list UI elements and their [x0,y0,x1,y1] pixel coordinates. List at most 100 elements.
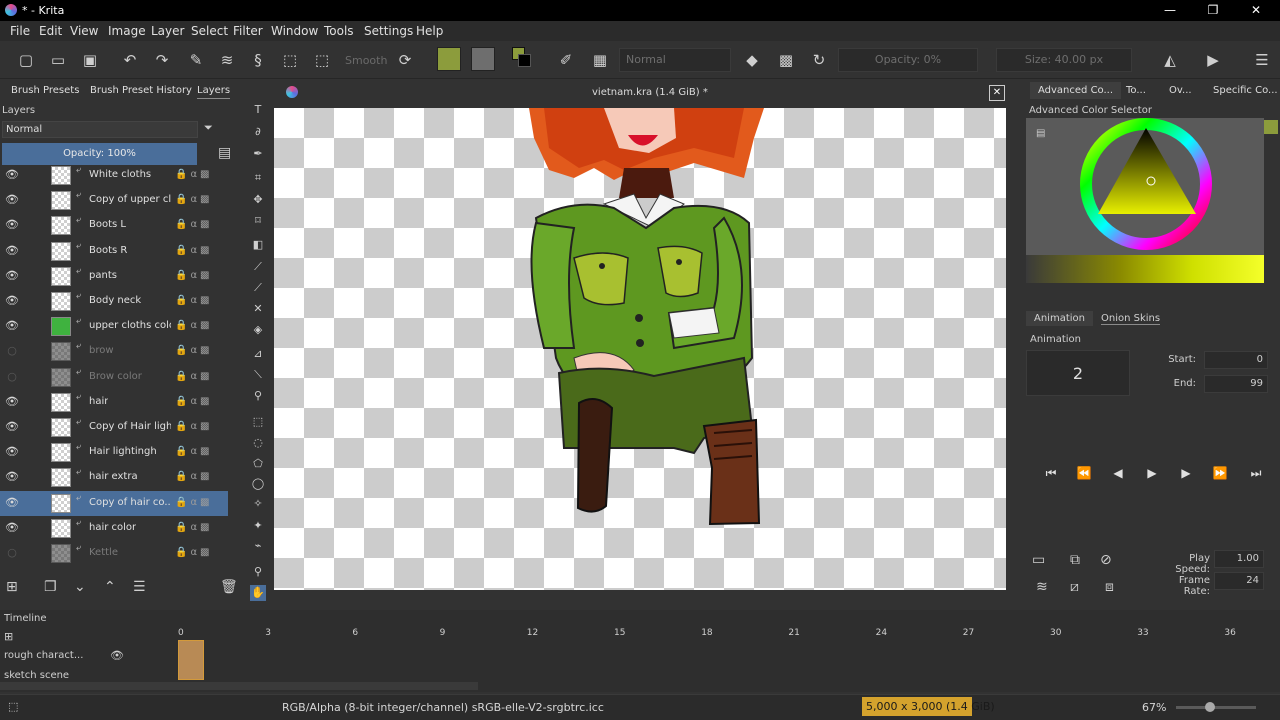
layer-row[interactable]: 👁 ⤶ hair 🔒α▩ [0,390,228,415]
move-layer-up-icon[interactable]: ⌃ [104,579,116,595]
onion-skin-icon[interactable]: ≋ [1036,579,1048,595]
mirror-vertical-icon[interactable]: ▶ [1203,50,1223,70]
preserve-alpha-icon[interactable]: ▩ [776,50,796,70]
layer-row[interactable]: 👁 ⤶ hair extra 🔒α▩ [0,465,228,490]
layer-row[interactable]: 👁 ⤶ Copy of upper cl... 🔒α▩ [0,188,228,213]
smart-patch-icon[interactable]: ⟋ [250,280,266,296]
layer-name[interactable]: Copy of upper cl... [89,194,171,205]
brush-settings-icon[interactable]: ▦ [590,50,610,70]
layer-visibility-icon[interactable]: ○ [5,547,19,559]
background-pattern-swatch[interactable] [471,47,495,71]
layer-visibility-icon[interactable]: 👁 [5,219,19,231]
layer-visibility-icon[interactable]: 👁 [5,320,19,332]
layer-name[interactable]: hair color [89,522,136,533]
layer-lock-alpha-icons[interactable]: 🔒α▩ [175,471,213,482]
freehand-select-icon[interactable]: ◯ [250,476,266,492]
add-layer-icon[interactable]: ⊞ [6,579,18,595]
menu-filter[interactable]: Filter [233,24,263,38]
brush-preset-icon[interactable]: ✐ [556,50,576,70]
maximize-button[interactable]: ❐ [1198,2,1228,18]
layer-row[interactable]: 👁 ⤶ hair color 🔒α▩ [0,516,228,541]
menu-layer[interactable]: Layer [151,24,184,38]
layer-name[interactable]: Copy of Hair ligh... [89,421,171,432]
layer-lock-alpha-icons[interactable]: 🔒α▩ [175,446,213,457]
zoom-level[interactable]: 67% [1142,701,1166,714]
previous-frame-icon[interactable]: ◀ [1108,464,1128,482]
tab-layers[interactable]: Layers [197,82,231,99]
color-selector[interactable]: ▤ [1026,118,1264,258]
layer-name[interactable]: Boots R [89,245,127,256]
add-timeline-layer-icon[interactable]: ⊞ [4,630,13,643]
menu-view[interactable]: View [70,24,98,38]
layer-row[interactable]: 👁 ⤶ White cloths 🔒α▩ [0,163,228,188]
multibrush-icon[interactable]: ≋ [217,50,237,70]
ruler-tool-icon[interactable]: ⟍ [250,367,266,383]
layer-name[interactable]: Boots L [89,219,126,230]
menu-settings[interactable]: Settings [364,24,413,38]
layer-lock-alpha-icons[interactable]: 🔒α▩ [175,497,213,508]
size-slider[interactable]: Size: 40.00 px [996,48,1132,72]
workspace-icon[interactable]: ☰ [1252,50,1272,70]
color-picker-icon[interactable]: ⟋ [250,259,266,275]
layer-visibility-icon[interactable]: 👁 [5,496,19,509]
loop-icon[interactable]: ⧈ [1105,579,1114,595]
layer-properties-button-icon[interactable]: ☰ [133,579,146,595]
rotate-icon[interactable]: ⟳ [395,50,415,70]
move-layer-down-icon[interactable]: ⌄ [74,579,86,595]
layer-lock-alpha-icons[interactable]: 🔒α▩ [175,522,213,533]
layer-row[interactable]: 👁 ⤶ Copy of hair co... 🔒α▩ [0,490,228,516]
eraser-icon[interactable]: ◆ [742,50,762,70]
layer-visibility-icon[interactable]: ○ [5,370,19,383]
current-frame-cell[interactable] [178,640,204,680]
layer-name[interactable]: pants [89,270,117,281]
layer-name[interactable]: upper cloths color [89,320,171,331]
mirror-horizontal-icon[interactable]: ◭ [1160,50,1180,70]
assistant-tool-icon[interactable]: ✕ [250,301,266,317]
pen-tool-icon[interactable]: ✒ [250,146,266,162]
freehand-brush-icon[interactable]: ✎ [186,50,206,70]
zoom-slider[interactable] [1176,706,1256,709]
layer-row[interactable]: 👁 ⤶ Hair lightingh 🔒α▩ [0,440,228,465]
polygon-select-icon[interactable]: ⬠ [250,456,266,472]
drop-frames-icon[interactable]: ⧄ [1070,579,1079,595]
layer-row[interactable]: ○ ⤶ Brow color 🔒α▩ [0,365,228,390]
foreground-pattern-swatch[interactable] [437,47,461,71]
layer-lock-alpha-icons[interactable]: 🔒α▩ [175,219,213,230]
timeline-row[interactable]: rough charact... 👁 [0,644,176,666]
layer-lock-alpha-icons[interactable]: 🔒α▩ [175,421,213,432]
tab-animation[interactable]: Animation [1026,311,1093,326]
layer-lock-alpha-icons[interactable]: 🔒α▩ [175,547,213,558]
layer-visibility-icon[interactable]: 👁 [5,395,19,408]
tab-brush-preset-history[interactable]: Brush Preset History [90,82,192,99]
menu-edit[interactable]: Edit [39,24,62,38]
layer-name[interactable]: hair [89,396,108,407]
tab-brush-presets[interactable]: Brush Presets [11,82,79,99]
transform-icon[interactable]: ⬚ [280,50,300,70]
gradient-tool-icon[interactable]: ◧ [250,237,266,253]
minimize-button[interactable]: — [1155,2,1185,18]
drawing-canvas[interactable] [274,108,1006,590]
layer-row[interactable]: 👁 ⤶ Boots L 🔒α▩ [0,213,228,238]
layer-lock-alpha-icons[interactable]: 🔒α▩ [175,295,213,306]
rect-select-icon[interactable]: ⬚ [250,414,266,430]
tab-advanced-color[interactable]: Advanced Co... [1030,82,1122,99]
reference-tool-icon[interactable]: ⚲ [250,388,266,404]
menu-window[interactable]: Window [271,24,318,38]
next-frame-icon[interactable]: ▶ [1176,464,1196,482]
tab-onion-skins[interactable]: Onion Skins [1101,313,1161,325]
close-window-button[interactable]: ✕ [1241,2,1271,18]
layer-row[interactable]: 👁 ⤶ Boots R 🔒α▩ [0,239,228,264]
layer-name[interactable]: White cloths [89,169,151,180]
add-frame-icon[interactable]: ▭ [1032,552,1045,568]
new-document-icon[interactable]: ▢ [16,50,36,70]
layer-visibility-icon[interactable]: 👁 [5,471,19,483]
duplicate-frame-icon[interactable]: ⧉ [1070,552,1080,568]
move-tool-icon[interactable]: ✥ [250,192,266,208]
background-color-swatch[interactable] [518,54,531,67]
start-field[interactable]: 0 [1204,351,1268,369]
timeline-row[interactable]: sketch scene [0,666,176,680]
document-tab[interactable]: vietnam.kra (1.4 GiB) * ✕ [274,82,1008,106]
layer-lock-alpha-icons[interactable]: 🔒α▩ [175,371,213,382]
ellipse-select-icon[interactable]: ◌ [250,435,266,451]
timeline-visibility-icon[interactable]: 👁 [110,649,124,662]
